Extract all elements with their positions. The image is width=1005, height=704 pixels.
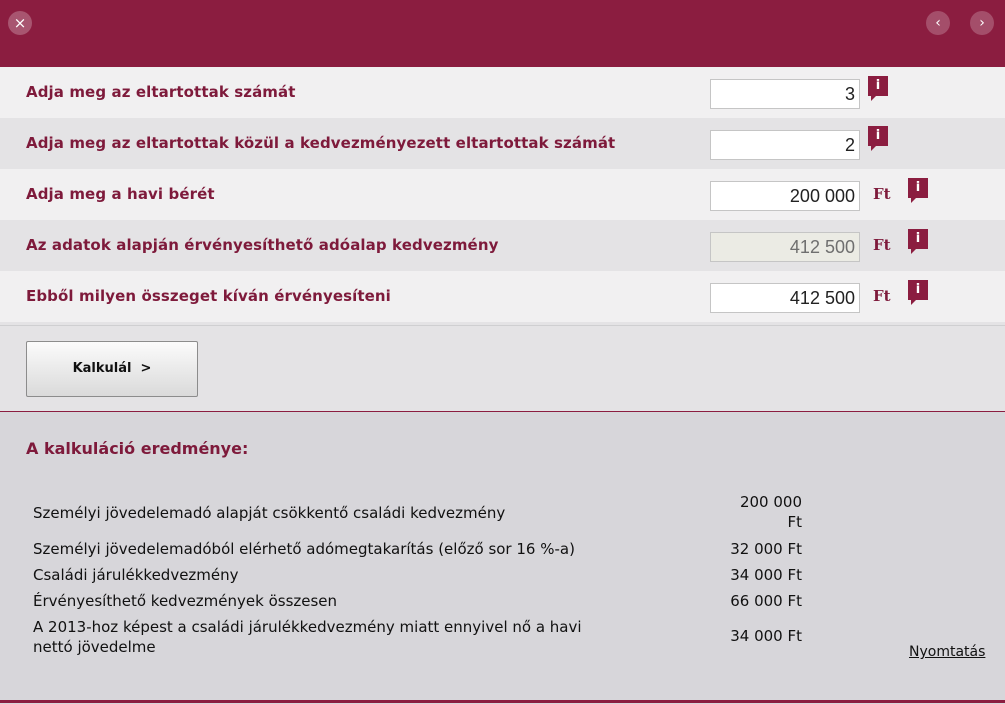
result-label: Személyi jövedelemadóból elérhető adómeg… bbox=[33, 540, 575, 558]
info-icon[interactable]: i bbox=[868, 76, 888, 101]
result-value: 32 000 Ft bbox=[730, 540, 802, 558]
info-icon[interactable]: i bbox=[908, 229, 928, 254]
form-row-salary: Adja meg a havi bérét 200 000 Ft i bbox=[0, 169, 1005, 220]
result-value-unit: Ft bbox=[787, 513, 802, 531]
result-label-continued: nettó jövedelme bbox=[33, 638, 156, 656]
form-row-tax-base: Az adatok alapján érvényesíthető adóalap… bbox=[0, 220, 1005, 271]
currency-unit: Ft bbox=[873, 287, 891, 305]
info-icon[interactable]: i bbox=[908, 280, 928, 305]
tax-base-readonly-field: 412 500 bbox=[710, 232, 860, 262]
claim-amount-input[interactable]: 412 500 bbox=[710, 283, 860, 313]
result-label: Családi járulékkedvezmény bbox=[33, 566, 239, 584]
beneficiaries-input[interactable]: 2 bbox=[710, 130, 860, 160]
result-value: 34 000 Ft bbox=[730, 627, 802, 645]
currency-unit: Ft bbox=[873, 185, 891, 203]
form-row-dependents: Adja meg az eltartottak számát 3 i bbox=[0, 67, 1005, 118]
form-row-beneficiaries: Adja meg az eltartottak közül a kedvezmé… bbox=[0, 118, 1005, 169]
results-panel: A kalkuláció eredménye: Személyi jövedel… bbox=[0, 411, 1005, 704]
result-label: A 2013-hoz képest a családi járulékkedve… bbox=[33, 618, 582, 636]
results-title: A kalkuláció eredménye: bbox=[26, 439, 249, 458]
next-icon[interactable]: › bbox=[970, 11, 994, 35]
row-label: Az adatok alapján érvényesíthető adóalap… bbox=[26, 236, 499, 254]
previous-icon[interactable]: ‹ bbox=[926, 11, 950, 35]
form-row-claim-amount: Ebből milyen összeget kíván érvényesíten… bbox=[0, 271, 1005, 322]
action-area: Kalkulál > bbox=[0, 325, 1005, 412]
result-label: Személyi jövedelemadó alapját csökkentő … bbox=[33, 504, 506, 522]
print-link[interactable]: Nyomtatás bbox=[909, 644, 985, 660]
currency-unit: Ft bbox=[873, 236, 891, 254]
result-value: 66 000 Ft bbox=[730, 592, 802, 610]
info-icon[interactable]: i bbox=[908, 178, 928, 203]
row-label: Adja meg az eltartottak közül a kedvezmé… bbox=[26, 134, 616, 152]
header-bar: × ‹ › bbox=[0, 0, 1005, 67]
row-label: Adja meg a havi bérét bbox=[26, 185, 215, 203]
info-icon[interactable]: i bbox=[868, 126, 888, 151]
result-value: 200 000 bbox=[739, 493, 802, 511]
result-label: Érvényesíthető kedvezmények összesen bbox=[33, 592, 338, 610]
salary-input[interactable]: 200 000 bbox=[710, 181, 860, 211]
result-value: 34 000 Ft bbox=[730, 566, 802, 584]
close-icon[interactable]: × bbox=[8, 11, 32, 35]
row-label: Adja meg az eltartottak számát bbox=[26, 83, 296, 101]
row-label: Ebből milyen összeget kíván érvényesíten… bbox=[26, 287, 391, 305]
calculate-button[interactable]: Kalkulál > bbox=[26, 341, 198, 397]
dependents-input[interactable]: 3 bbox=[710, 79, 860, 109]
